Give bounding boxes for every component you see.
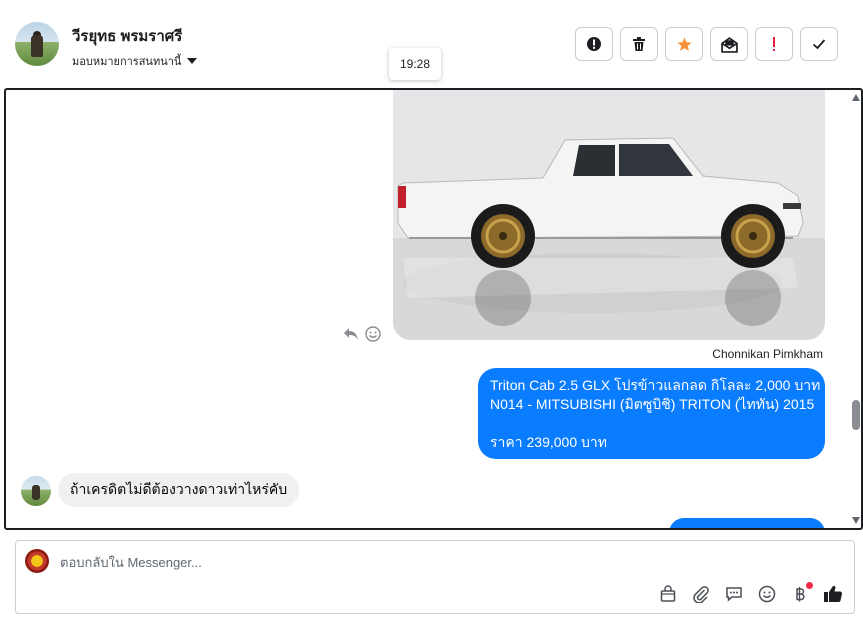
incoming-message-bubble[interactable]: ถ้าเครดิตไม่ดีต้องวางดาวเท่าไหร่คับ	[58, 473, 300, 507]
message-thread[interactable]: Chonnikan Pimkham Triton Cab 2.5 GLX โปร…	[4, 88, 863, 530]
contact-avatar[interactable]	[15, 22, 59, 66]
message-line: N014 - MITSUBISHI (มิตซูบิชิ) TRITON (ไท…	[490, 396, 815, 412]
message-price-line: ราคา 239,000 บาท	[490, 434, 607, 450]
emoji-icon	[758, 585, 776, 603]
white-pickup-truck-image	[393, 90, 825, 340]
paperclip-icon	[693, 586, 709, 603]
star-button[interactable]	[665, 27, 703, 61]
emoji-reaction-icon[interactable]	[365, 326, 381, 342]
car-photo-attachment[interactable]	[393, 90, 825, 340]
assign-conversation-dropdown[interactable]: มอบหมายการสนทนานี้	[72, 52, 198, 70]
composer-toolbar	[657, 582, 844, 605]
header-actions	[575, 27, 838, 61]
envelope-open-icon	[720, 36, 738, 53]
reply-composer	[15, 540, 855, 614]
inbox-conversation-panel: วีรยุทธ พรมราศรี มอบหมายการสนทนานี้ 19:2…	[0, 0, 863, 618]
exclamation-icon	[773, 37, 775, 51]
caret-down-icon	[187, 58, 198, 64]
payment-button[interactable]	[789, 582, 813, 605]
reply-icon[interactable]	[343, 327, 359, 341]
reply-input[interactable]	[60, 551, 760, 573]
message-reactions	[343, 326, 381, 342]
assign-label: มอบหมายการสนทนานี้	[72, 56, 182, 68]
contact-avatar-small[interactable]	[21, 476, 51, 506]
message-line: Triton Cab 2.5 GLX โปรข้าวแลกลด กิโลละ 2…	[490, 377, 821, 393]
outgoing-message-bubble-partial[interactable]	[669, 518, 825, 528]
saved-replies-button[interactable]	[723, 583, 745, 605]
saved-reply-icon	[726, 587, 742, 602]
alert-circle-icon	[587, 37, 601, 51]
follow-up-button[interactable]	[755, 27, 793, 61]
report-spam-button[interactable]	[575, 27, 613, 61]
outgoing-message-bubble[interactable]: Triton Cab 2.5 GLX โปรข้าวแลกลด กิโลละ 2…	[478, 368, 825, 459]
like-button[interactable]	[822, 583, 844, 605]
sender-name: Chonnikan Pimkham	[712, 347, 823, 361]
shopping-bag-button[interactable]	[657, 583, 679, 605]
delete-button[interactable]	[620, 27, 658, 61]
mark-unread-button[interactable]	[710, 27, 748, 61]
contact-name[interactable]: วีรยุทธ พรมราศรี	[72, 24, 182, 48]
mark-done-button[interactable]	[800, 27, 838, 61]
thumbs-up-icon	[824, 585, 843, 603]
scroll-down-arrow-icon[interactable]	[852, 517, 860, 524]
shopping-bag-icon	[660, 585, 676, 602]
message-time-tooltip: 19:28	[389, 48, 441, 80]
scroll-up-arrow-icon[interactable]	[852, 94, 860, 101]
attach-file-button[interactable]	[690, 583, 712, 605]
trash-icon	[633, 37, 645, 51]
thread-scrollbar[interactable]	[849, 90, 861, 528]
star-icon	[676, 36, 692, 51]
scrollbar-thumb[interactable]	[852, 400, 860, 430]
page-avatar	[25, 549, 49, 573]
notification-dot	[806, 582, 813, 589]
emoji-button[interactable]	[756, 583, 778, 605]
check-icon	[812, 39, 826, 50]
